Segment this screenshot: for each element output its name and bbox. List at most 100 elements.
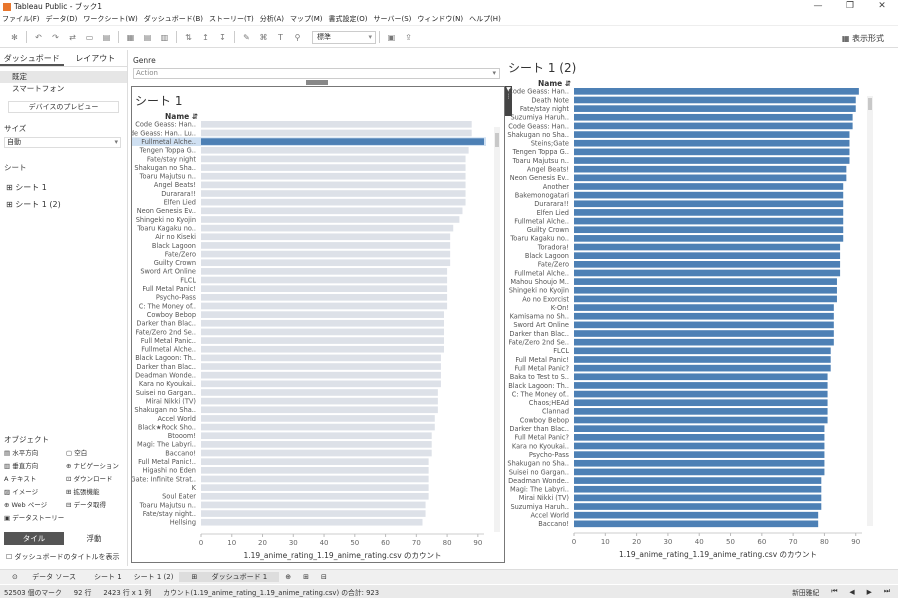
connect-icon[interactable]: ▤ [98, 33, 115, 42]
bar-category-label[interactable]: Fate/Zero 2nd Se.. [136, 328, 196, 336]
bar[interactable] [201, 363, 441, 370]
bar-category-label[interactable]: Darker than Blac.. [136, 363, 196, 371]
bar[interactable] [201, 501, 426, 509]
tableau-logo-icon[interactable]: ✻ [6, 33, 23, 42]
fit-select[interactable]: 標準 [312, 30, 376, 44]
bar[interactable] [574, 217, 844, 225]
bar-category-label[interactable]: Elfen Lied [164, 199, 196, 207]
bar[interactable] [574, 88, 859, 95]
bar[interactable] [574, 200, 844, 208]
bar[interactable] [574, 338, 834, 346]
bar[interactable] [201, 458, 429, 465]
bar-category-label[interactable]: Death Note [531, 96, 569, 104]
bar-category-label[interactable]: Neon Genesis Ev.. [510, 174, 569, 182]
bar-category-label[interactable]: Durarara!! [534, 200, 569, 208]
bar-category-label[interactable]: Fate/Zero [165, 250, 196, 258]
bar-category-label[interactable]: Baccano! [538, 520, 569, 528]
sheet2-container[interactable]: シート 1 (2) Name ⇵ 0 10 20 30 40 50 60 70 80 90 1.19… [505, 56, 876, 566]
bar[interactable] [201, 518, 423, 526]
bar[interactable] [574, 425, 825, 432]
new-dashboard-icon[interactable]: ⊞ [297, 573, 315, 581]
bar[interactable] [574, 96, 856, 104]
floating-button[interactable]: 浮動 [64, 532, 124, 545]
bar[interactable] [574, 304, 834, 311]
bar[interactable] [201, 302, 448, 310]
menu-data[interactable]: データ(D) [46, 14, 78, 24]
bar[interactable] [201, 475, 429, 483]
bar-category-label[interactable]: Code Geass: Han.. [508, 88, 569, 96]
bar[interactable] [574, 520, 819, 528]
bar-category-label[interactable]: Black Lagoon: Th.. [135, 354, 196, 362]
bar-category-label[interactable]: Btooom! [168, 432, 196, 440]
bar-category-label[interactable]: Steins;Gate: Infinite Strat.. [132, 475, 196, 483]
maximize-button[interactable]: ❐ [834, 0, 866, 13]
bar-category-label[interactable]: Darker than Blac.. [509, 425, 569, 433]
bar[interactable] [201, 294, 448, 301]
bar[interactable] [201, 155, 466, 163]
menu-dashboard[interactable]: ダッシュボード(B) [144, 14, 203, 24]
bar[interactable] [574, 459, 825, 467]
bar-category-label[interactable]: Cowboy Bebop [520, 416, 569, 424]
bar[interactable] [574, 390, 828, 398]
bar-category-label[interactable]: Full Metal Panic.. [141, 337, 196, 345]
bar-category-label[interactable]: Toaru Majutsu n.. [512, 157, 569, 165]
device-default[interactable]: 既定 [0, 71, 127, 83]
bar[interactable] [201, 181, 466, 189]
bar-category-label[interactable]: Black Lagoon [525, 252, 569, 260]
bar[interactable] [574, 139, 850, 147]
bar-category-label[interactable]: Deadman Wonde.. [508, 477, 569, 485]
bar[interactable] [201, 492, 429, 500]
bar-category-label[interactable]: Accel World [157, 415, 196, 423]
bar-category-label[interactable]: Full Metal Panic? [514, 364, 569, 372]
bar[interactable] [201, 121, 472, 128]
bar-category-label[interactable]: Tengen Toppa G.. [512, 148, 569, 156]
highlight-icon[interactable]: ✎ [238, 33, 255, 42]
bar-category-label[interactable]: Mirai Nikki (TV) [146, 397, 196, 405]
bar-category-label[interactable]: Fate/stay night [520, 105, 570, 113]
bar[interactable] [201, 242, 451, 249]
swap-icon[interactable]: ⇅ [180, 33, 197, 42]
bar[interactable] [201, 268, 448, 275]
menu-story[interactable]: ストーリー(T) [209, 14, 254, 24]
bar[interactable] [201, 415, 435, 422]
bar[interactable] [574, 269, 841, 277]
bar[interactable] [574, 278, 837, 285]
bar-category-label[interactable]: Elfen Lied [537, 209, 569, 217]
bar[interactable] [201, 259, 451, 267]
bar[interactable] [574, 183, 844, 190]
menu-file[interactable]: ファイル(F) [2, 14, 40, 24]
bar-category-label[interactable]: Higashi no Eden [143, 467, 196, 475]
bar[interactable] [201, 190, 466, 197]
object-data-story[interactable]: ▣ データストーリー [4, 513, 66, 524]
sheet1-bar-chart[interactable]: 0 10 20 30 40 50 60 70 80 90 1.19_anime_rating_1.1… [132, 87, 504, 562]
object-vertical[interactable]: ▥ 垂直方向 [4, 461, 66, 472]
bar[interactable] [574, 408, 828, 415]
bar-category-label[interactable]: Psycho-Pass [156, 294, 197, 302]
object-image[interactable]: ▨ イメージ [4, 487, 66, 498]
bar-category-label[interactable]: Mahou Shoujo M.. [510, 278, 569, 286]
bar-category-label[interactable]: Toaru Majutsu n.. [139, 173, 196, 181]
nav-next-icon[interactable]: ▶ [867, 588, 872, 596]
bar[interactable] [201, 397, 438, 405]
bar[interactable] [574, 252, 841, 259]
share-icon[interactable]: ⇪ [400, 33, 417, 42]
bar-category-label[interactable]: Suzumiya Haruh.. [510, 503, 569, 511]
bar[interactable] [574, 364, 831, 372]
object-webpage[interactable]: ⊕ Web ページ [4, 500, 66, 511]
bar[interactable] [201, 276, 448, 284]
redo-icon[interactable]: ↷ [47, 33, 64, 42]
bar[interactable] [201, 449, 432, 457]
bar-category-label[interactable]: Angel Beats! [154, 181, 196, 189]
object-data-fetch[interactable]: ⊟ データ取得 [66, 500, 128, 511]
bar[interactable] [574, 416, 828, 424]
bar[interactable] [574, 286, 837, 294]
bar-category-label[interactable]: Durarara!! [161, 190, 196, 198]
bar-category-label[interactable]: Full Metal Panic? [514, 434, 569, 442]
bar[interactable] [201, 337, 445, 344]
new-datasource-icon[interactable]: ⇄ [64, 33, 81, 42]
bar[interactable] [201, 467, 429, 474]
bar-category-label[interactable]: Code Geass: Han.. Lu.. [132, 129, 196, 137]
tab-datasource[interactable]: ⊙ データ ソース [0, 572, 88, 582]
bar[interactable] [574, 382, 828, 389]
bar-category-label[interactable]: Kara no Kyoukai.. [139, 380, 196, 388]
